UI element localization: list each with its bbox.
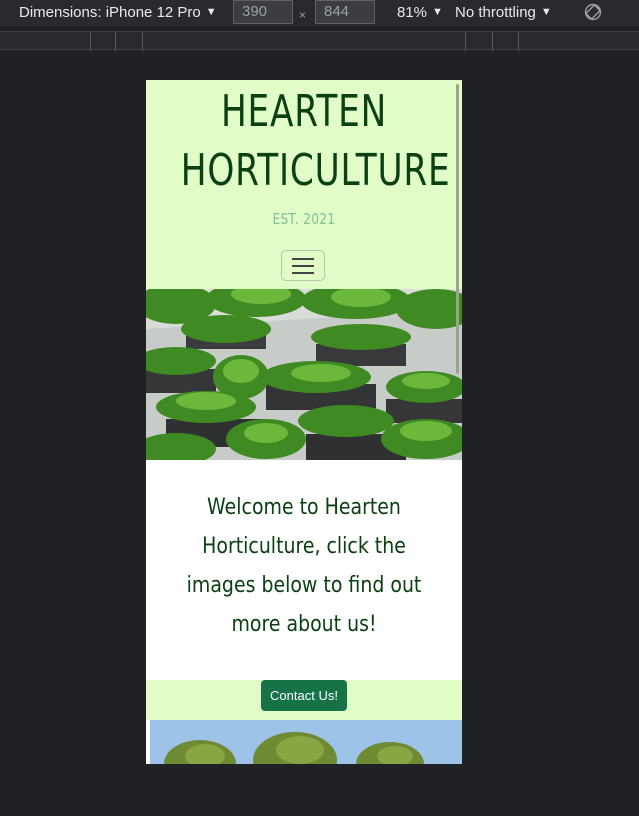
device-viewport: HEARTEN HORTICULTURE EST. 2021 Welcome t… — [146, 80, 462, 764]
device-select[interactable]: Dimensions: iPhone 12 Pro ▼ — [19, 4, 217, 21]
chevron-down-icon: ▼ — [205, 6, 217, 18]
ruler-tick — [465, 32, 466, 51]
rotate-icon[interactable] — [584, 3, 602, 21]
planter-garden-image — [146, 289, 462, 460]
hamburger-menu-button[interactable] — [281, 250, 325, 281]
hamburger-icon — [292, 265, 314, 267]
zoom-select[interactable]: 81% ▼ — [397, 4, 443, 21]
width-input[interactable]: 390 — [233, 0, 293, 24]
device-label: Dimensions: iPhone 12 Pro — [19, 4, 201, 21]
throttle-label: No throttling — [455, 4, 536, 21]
contact-band: Contact Us! — [146, 680, 462, 720]
ruler-tick — [90, 32, 91, 51]
ruler-tick — [492, 32, 493, 51]
ruler-tick — [142, 32, 143, 51]
chevron-down-icon: ▼ — [432, 6, 443, 18]
site-title-line1: HEARTEN — [220, 86, 388, 137]
chevron-down-icon: ▼ — [540, 6, 552, 18]
media-query-bar[interactable] — [0, 31, 639, 51]
hamburger-icon — [292, 258, 314, 260]
welcome-section: Welcome to Hearten Horticulture, click t… — [146, 460, 462, 680]
viewport-scrollbar[interactable] — [456, 84, 459, 374]
site-title: HEARTEN HORTICULTURE — [180, 82, 451, 200]
trees-photo — [150, 720, 462, 764]
hamburger-icon — [292, 272, 314, 274]
site-title-line2: HORTICULTURE — [180, 145, 451, 196]
ruler-tick — [115, 32, 116, 51]
devtools-device-toolbar: Dimensions: iPhone 12 Pro ▼ 390 × 844 81%… — [0, 0, 639, 26]
contact-us-button[interactable]: Contact Us! — [261, 680, 347, 711]
hero-image — [146, 289, 462, 460]
established-tagline: EST. 2021 — [272, 210, 336, 228]
throttle-select[interactable]: No throttling ▼ — [455, 4, 552, 21]
ruler-tick — [518, 32, 519, 51]
site-header: HEARTEN HORTICULTURE EST. 2021 — [146, 80, 462, 289]
height-input[interactable]: 844 — [315, 0, 375, 24]
trees-image[interactable] — [150, 720, 462, 764]
zoom-label: 81% — [397, 4, 428, 21]
times-sign: × — [299, 8, 307, 22]
welcome-message: Welcome to Hearten Horticulture, click t… — [186, 495, 422, 637]
